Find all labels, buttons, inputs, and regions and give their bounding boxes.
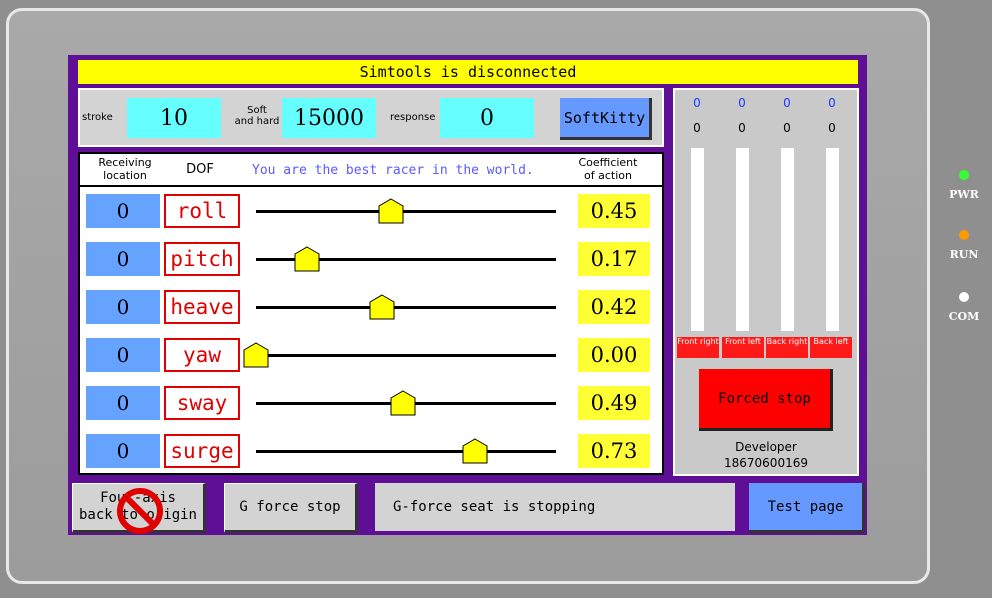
- soft-hard-label: Soft and hard: [232, 105, 282, 127]
- slider-thumb[interactable]: [243, 342, 269, 368]
- led-run-icon: [959, 230, 969, 240]
- receiving-location-field[interactable]: 0: [86, 194, 160, 228]
- slider-thumb[interactable]: [294, 246, 320, 272]
- dof-table: Receiving location DOF You are the best …: [78, 152, 664, 475]
- coefficient-value[interactable]: 0.17: [578, 242, 650, 276]
- slider-thumb[interactable]: [390, 390, 416, 416]
- axis-monitor-panel: 0 0 Front right 0 0 Front left 0 0 Back right 0 0 B…: [673, 88, 859, 476]
- led-label: PWR: [949, 188, 979, 201]
- axis-position-bar: [826, 148, 839, 331]
- slider-track[interactable]: [256, 450, 556, 453]
- header-receiving-location: Receiving location: [86, 156, 164, 182]
- connection-status-bar: Simtools is disconnected: [78, 60, 858, 84]
- dof-label: sway: [164, 386, 240, 420]
- axis-current-value: 0: [693, 121, 701, 135]
- prohibited-icon: [117, 488, 163, 534]
- receiving-location-field[interactable]: 0: [86, 386, 160, 420]
- led-com-icon: [959, 292, 969, 302]
- receiving-location-field[interactable]: 0: [86, 434, 160, 468]
- axis-target-value: 0: [693, 96, 701, 110]
- dof-row-heave: 0 heave 0.42: [80, 286, 662, 326]
- slider-track[interactable]: [256, 210, 556, 213]
- slider-track[interactable]: [256, 306, 556, 309]
- coefficient-value[interactable]: 0.73: [578, 434, 650, 468]
- dof-row-roll: 0 roll 0.45: [80, 190, 662, 230]
- header-receiving-line1: Receiving: [98, 156, 152, 169]
- developer-label: Developer: [735, 440, 797, 454]
- axis-name-tag: Back left: [810, 337, 852, 358]
- receiving-location-field[interactable]: 0: [86, 242, 160, 276]
- dof-row-sway: 0 sway 0.49: [80, 382, 662, 422]
- dof-row-surge: 0 surge 0.73: [80, 430, 662, 470]
- response-label: response: [390, 112, 436, 123]
- led-label: COM: [948, 310, 980, 323]
- header-coefficient-line1: Coefficient: [578, 156, 638, 169]
- soft-hard-label-line1: Soft: [247, 105, 267, 116]
- receiving-location-field[interactable]: 0: [86, 338, 160, 372]
- axis-target-value: 0: [738, 96, 746, 110]
- coefficient-value[interactable]: 0.49: [578, 386, 650, 420]
- response-field[interactable]: 0: [440, 98, 534, 138]
- axis-position-bar: [691, 148, 704, 331]
- axis-current-value: 0: [828, 121, 836, 135]
- dof-label: pitch: [164, 242, 240, 276]
- slider-thumb[interactable]: [369, 294, 395, 320]
- led-pwr-icon: [959, 170, 969, 180]
- soft-hard-field[interactable]: 15000: [282, 98, 376, 138]
- four-axis-origin-button[interactable]: Four-axis back to origin: [72, 483, 206, 534]
- axis-position-bar: [736, 148, 749, 331]
- axis-name-tag: Front left: [722, 337, 764, 358]
- hmi-screen: Simtools is disconnected stroke 10 Soft …: [68, 55, 867, 535]
- forced-stop-button[interactable]: Forced stop: [699, 369, 833, 431]
- coefficient-value[interactable]: 0.45: [578, 194, 650, 228]
- header-receiving-line2: location: [103, 169, 147, 182]
- settings-row: stroke 10 Soft and hard 15000 response 0…: [78, 88, 664, 147]
- dof-label: heave: [164, 290, 240, 324]
- developer-phone: 18670600169: [724, 456, 808, 470]
- slider-thumb[interactable]: [462, 438, 488, 464]
- slider-thumb[interactable]: [378, 198, 404, 224]
- header-coefficient: Coefficient of action: [566, 156, 650, 182]
- dof-row-yaw: 0 yaw 0.00: [80, 334, 662, 374]
- axis-name-tag: Front right: [677, 337, 719, 358]
- dof-label: roll: [164, 194, 240, 228]
- seat-status-message: G-force seat is stopping: [375, 483, 735, 531]
- header-dof: DOF: [186, 162, 214, 177]
- stroke-label: stroke: [82, 112, 113, 123]
- slider-track[interactable]: [256, 354, 556, 357]
- table-header: Receiving location DOF You are the best …: [80, 154, 662, 187]
- axis-target-value: 0: [828, 96, 836, 110]
- dof-label: yaw: [164, 338, 240, 372]
- axis-target-value: 0: [783, 96, 791, 110]
- soft-hard-label-line2: and hard: [234, 116, 280, 127]
- stroke-field[interactable]: 10: [127, 98, 221, 138]
- coefficient-value[interactable]: 0.42: [578, 290, 650, 324]
- led-label: RUN: [949, 248, 979, 261]
- g-force-stop-button[interactable]: G force stop: [224, 483, 358, 533]
- test-page-button[interactable]: Test page: [749, 483, 865, 533]
- axis-name-tag: Back right: [766, 337, 808, 358]
- axis-current-value: 0: [738, 121, 746, 135]
- softkitty-button[interactable]: SoftKitty: [560, 98, 652, 140]
- coefficient-value[interactable]: 0.00: [578, 338, 650, 372]
- axis-current-value: 0: [783, 121, 791, 135]
- header-coefficient-line2: of action: [584, 169, 632, 182]
- dof-label: surge: [164, 434, 240, 468]
- dof-row-pitch: 0 pitch 0.17: [80, 238, 662, 278]
- motto-text: You are the best racer in the world.: [252, 163, 534, 178]
- axis-position-bar: [781, 148, 794, 331]
- receiving-location-field[interactable]: 0: [86, 290, 160, 324]
